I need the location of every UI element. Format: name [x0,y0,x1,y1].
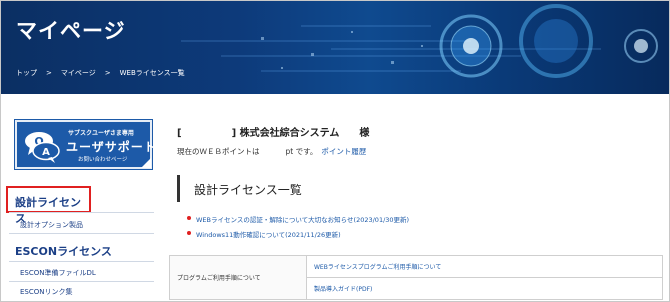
qa-bubble-icon: Q A [25,132,60,163]
program-guide-table: プログラムご利用手順について WEBライセンスプログラムご利用手順について 製品… [169,255,663,300]
support-banner-subtitle: お問い合わせページ [78,157,128,163]
user-support-banner[interactable]: Q A サブスクユーザさま専用 ユーザサポート お問い合わせページ [15,120,156,169]
notice-link[interactable]: Windows11動作確認について(2021/11/26更新) [187,229,409,239]
section-title: 設計ライセンス一覧 [177,175,302,202]
divider [9,281,154,282]
notice-link[interactable]: WEBライセンスの認証・解除について大切なお知らせ(2023/01/30更新) [187,214,409,224]
header-banner: マイページ トップ > マイページ > WEBライセンス一覧 [1,1,669,94]
divider [9,212,154,213]
web-points-line: 現在のＷＥＢポイントは pt です。 ポイント履歴 [177,146,366,157]
notice-list: WEBライセンスの認証・解除について大切なお知らせ(2023/01/30更新) … [187,214,409,244]
sidebar-item-design-options[interactable]: 設計オプション製品 [20,220,83,230]
sidebar-item-escon-links[interactable]: ESCONリンク集 [20,287,73,297]
points-value [260,146,286,157]
points-prefix: 現在のＷＥＢポイントは [177,147,260,156]
svg-text:A: A [42,147,50,158]
breadcrumb-item-mypage[interactable]: マイページ [61,68,96,78]
breadcrumb-separator: > [46,69,52,77]
sidebar-heading-escon-license[interactable]: ESCONライセンス [15,243,112,259]
table-label: プログラムご利用手順について [169,255,307,300]
breadcrumb-separator: > [104,69,111,77]
corner-fold [141,158,151,168]
sidebar-item-escon-download[interactable]: ESCON準備ファイルDL [20,268,96,278]
page-frame: マイページ トップ > マイページ > WEBライセンス一覧 Q A サブスクユ… [0,0,670,302]
company-name: [ ] 株式会社綜合システム 様 [177,128,370,139]
sidebar-heading-design-license[interactable]: 設計ライセンス [6,186,91,225]
usage-procedure-link[interactable]: WEBライセンスプログラムご利用手順について [306,255,663,278]
breadcrumb-item-top[interactable]: トップ [16,68,37,78]
breadcrumb: トップ > マイページ > WEBライセンス一覧 [16,68,185,78]
table-row: プログラムご利用手順について WEBライセンスプログラムご利用手順について [169,255,663,300]
divider [9,261,154,262]
support-banner-title: ユーザサポート [66,140,157,154]
points-suffix: pt です。 [285,147,318,156]
support-banner-tagline: サブスクユーザさま専用 [68,130,134,137]
page-title: マイページ [16,19,126,43]
breadcrumb-item-current: WEBライセンス一覧 [119,69,185,77]
point-history-link[interactable]: ポイント履歴 [321,146,366,157]
install-guide-link[interactable]: 製品導入ガイド(PDF) [306,277,663,300]
divider [9,233,154,234]
